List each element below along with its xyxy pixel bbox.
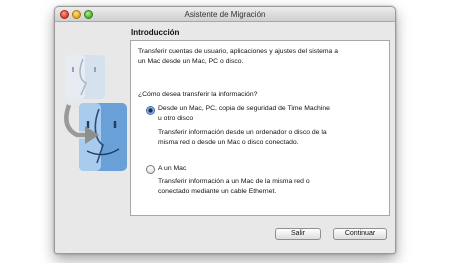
radio-from-mac-pc[interactable]	[146, 106, 155, 115]
finder-face-icon	[65, 55, 105, 99]
intro-line: un Mac desde un Mac, PC o disco.	[138, 57, 244, 65]
option-description-line: misma red o desde un Mac o disco conecta…	[158, 138, 299, 146]
panel-heading: Introducción	[131, 28, 180, 37]
option-from-description: Transferir información desde un ordenado…	[158, 128, 327, 147]
option-to-label[interactable]: A un Mac	[158, 164, 186, 174]
option-label-line[interactable]: Desde un Mac, PC, copia de seguridad de …	[158, 104, 330, 114]
title-bar[interactable]: Asistente de Migración	[55, 7, 395, 22]
continue-button[interactable]: Continuar	[333, 228, 387, 240]
option-label-line[interactable]: u otro disco	[158, 114, 330, 124]
option-to-description: Transferir información a un Mac de la mi…	[158, 177, 310, 196]
intro-line: Transferir cuentas de usuario, aplicacio…	[138, 48, 338, 55]
migration-assistant-window: Asistente de Migración Introducción Tran…	[54, 6, 396, 254]
radio-to-mac[interactable]	[146, 165, 155, 174]
intro-text: Transferir cuentas de usuario, aplicacio…	[138, 47, 338, 66]
option-from-label[interactable]: Desde un Mac, PC, copia de seguridad de …	[158, 104, 330, 123]
option-description-line: Transferir información desde un ordenado…	[158, 129, 327, 136]
question-label: ¿Cómo desea transferir la información?	[138, 91, 258, 98]
migration-hero-illustration	[62, 55, 127, 171]
window-title: Asistente de Migración	[184, 10, 266, 19]
quit-button[interactable]: Salir	[275, 228, 321, 240]
option-description-line: conectado mediante un cable Ethernet.	[158, 187, 277, 195]
option-description-line: Transferir información a un Mac de la mi…	[158, 178, 310, 185]
